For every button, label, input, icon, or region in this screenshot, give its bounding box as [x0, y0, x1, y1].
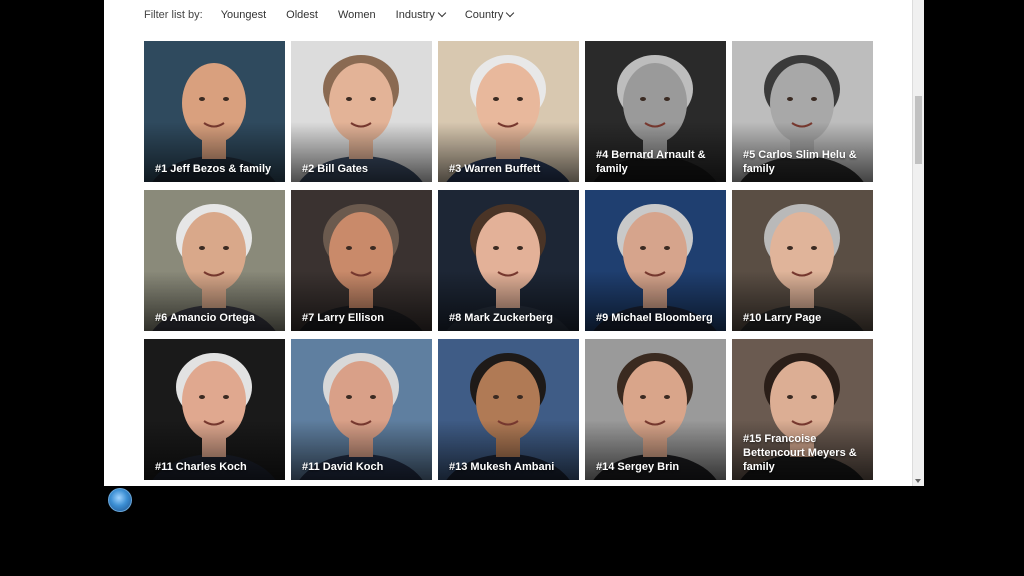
filter-country-label: Country	[464, 9, 504, 21]
person-card[interactable]: #7 Larry Ellison	[291, 190, 432, 331]
filter-oldest[interactable]: Oldest	[286, 9, 318, 21]
person-rank-name: #10 Larry Page	[743, 312, 822, 324]
person-card[interactable]: #2 Bill Gates	[291, 41, 432, 182]
billionaire-grid: #1 Jeff Bezos & family #2 Bill Gates #3 Wa…	[144, 41, 873, 480]
person-card[interactable]: #13 Mukesh Ambani	[438, 339, 579, 480]
person-card[interactable]: #4 Bernard Arnault & family	[585, 41, 726, 182]
person-rank-name: #2 Bill Gates	[302, 163, 369, 175]
filter-women-label: Women	[337, 9, 376, 21]
person-card[interactable]: #15 Francoise Bettencourt Meyers & famil…	[732, 339, 873, 480]
filter-industry-dropdown[interactable]: Industry	[395, 8, 447, 21]
filter-industry-label: Industry	[395, 9, 435, 21]
filter-label: Filter list by:	[144, 9, 203, 21]
browser-taskbar-icon[interactable]	[108, 488, 132, 512]
chevron-down-icon	[437, 8, 447, 18]
person-card[interactable]: #3 Warren Buffett	[438, 41, 579, 182]
person-card[interactable]: #6 Amancio Ortega	[144, 190, 285, 331]
person-rank-name: #11 David Koch	[302, 461, 384, 473]
person-card[interactable]: #9 Michael Bloomberg	[585, 190, 726, 331]
person-card[interactable]: #5 Carlos Slim Helu & family	[732, 41, 873, 182]
person-rank-name: #4 Bernard Arnault & family	[596, 149, 706, 175]
filter-women[interactable]: Women	[338, 9, 376, 21]
filter-youngest-label: Youngest	[220, 9, 267, 21]
person-rank-name: #1 Jeff Bezos & family	[155, 163, 272, 175]
chevron-down-icon	[506, 8, 515, 18]
person-card[interactable]: #14 Sergey Brin	[585, 339, 726, 480]
webpage: Filter list by: Youngest Oldest Women In…	[104, 0, 912, 486]
scrollbar-thumb[interactable]	[915, 96, 922, 164]
person-card[interactable]: #11 David Koch	[291, 339, 432, 480]
person-rank-name: #7 Larry Ellison	[302, 312, 384, 324]
person-rank-name: #11 Charles Koch	[155, 461, 247, 473]
person-rank-name: #9 Michael Bloomberg	[596, 312, 713, 324]
person-rank-name: #6 Amancio Ortega	[155, 312, 255, 324]
filter-bar: Filter list by: Youngest Oldest Women In…	[144, 6, 533, 24]
filter-oldest-label: Oldest	[286, 9, 318, 21]
person-rank-name: #5 Carlos Slim Helu & family	[743, 149, 857, 175]
scroll-down-arrow-icon[interactable]	[915, 479, 921, 483]
person-card[interactable]: #10 Larry Page	[732, 190, 873, 331]
person-rank-name: #3 Warren Buffett	[449, 163, 541, 175]
filter-youngest[interactable]: Youngest	[221, 9, 266, 21]
person-rank-name: #8 Mark Zuckerberg	[449, 312, 553, 324]
person-rank-name: #15 Francoise Bettencourt Meyers & famil…	[743, 433, 857, 473]
person-card[interactable]: #1 Jeff Bezos & family	[144, 41, 285, 182]
person-card[interactable]: #11 Charles Koch	[144, 339, 285, 480]
person-rank-name: #13 Mukesh Ambani	[449, 461, 555, 473]
filter-country-dropdown[interactable]: Country	[464, 8, 515, 21]
vertical-scrollbar[interactable]	[912, 0, 924, 486]
person-rank-name: #14 Sergey Brin	[596, 461, 680, 473]
person-card[interactable]: #8 Mark Zuckerberg	[438, 190, 579, 331]
